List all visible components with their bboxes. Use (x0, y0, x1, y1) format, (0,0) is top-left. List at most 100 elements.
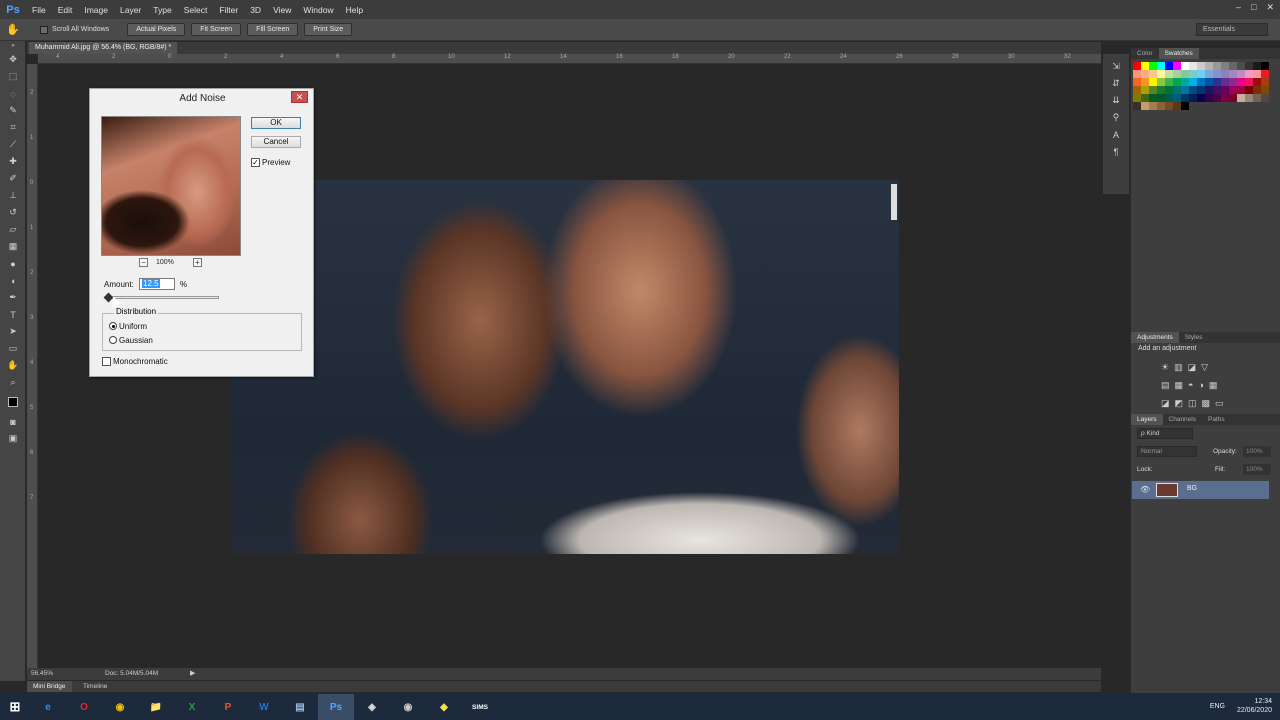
color-swatch[interactable] (1165, 62, 1173, 70)
color-swatch[interactable] (1229, 94, 1237, 102)
amount-input[interactable]: 12.5 (139, 278, 175, 290)
color-swatch[interactable] (1181, 94, 1189, 102)
minimize-icon[interactable]: – (1236, 2, 1241, 13)
color-swatch[interactable] (1165, 86, 1173, 94)
color-swatch[interactable] (1197, 70, 1205, 78)
tab-adjustments[interactable]: Adjustments (1131, 332, 1179, 343)
brush-tool-icon[interactable]: ✐ (0, 170, 26, 187)
menu-help[interactable]: Help (340, 5, 369, 15)
color-swatch-icon[interactable] (0, 391, 26, 413)
color-swatch[interactable] (1237, 62, 1245, 70)
color-swatch[interactable] (1133, 86, 1141, 94)
gaussian-radio[interactable] (109, 336, 117, 344)
fill-input[interactable]: 100% (1243, 464, 1271, 475)
print-size-button[interactable]: Print Size (304, 23, 353, 36)
file-explorer-icon[interactable]: 📁 (138, 694, 174, 720)
color-swatch[interactable] (1189, 78, 1197, 86)
color-swatch[interactable] (1173, 86, 1181, 94)
color-swatch[interactable] (1245, 62, 1253, 70)
color-swatch[interactable] (1213, 70, 1221, 78)
adjustment-icons[interactable]: ☀▥◪▽ ▤▦◓◑▦ ◪◩◫▩▭ (1161, 358, 1271, 412)
history-brush-tool-icon[interactable]: ↺ (0, 204, 26, 221)
color-swatch[interactable] (1197, 78, 1205, 86)
tab-color[interactable]: Color (1131, 48, 1159, 59)
app-icon-12[interactable]: ◆ (426, 694, 462, 720)
color-swatch[interactable] (1157, 102, 1165, 110)
windows-start-icon[interactable]: ⊞ (0, 694, 30, 720)
color-swatch[interactable] (1229, 62, 1237, 70)
chrome-icon[interactable]: ◉ (102, 694, 138, 720)
menu-layer[interactable]: Layer (114, 5, 147, 15)
color-swatch[interactable] (1213, 62, 1221, 70)
zoom-readout[interactable]: 56.45% (31, 668, 53, 680)
tab-mini-bridge[interactable]: Mini Bridge (27, 681, 72, 692)
color-swatch[interactable] (1229, 86, 1237, 94)
color-swatch[interactable] (1253, 94, 1261, 102)
color-swatch[interactable] (1221, 70, 1229, 78)
actual-pixels-button[interactable]: Actual Pixels (127, 23, 186, 36)
color-swatch[interactable] (1133, 102, 1141, 110)
color-swatch[interactable] (1213, 86, 1221, 94)
color-swatch[interactable] (1253, 62, 1261, 70)
quick-mask-icon[interactable]: ◙ (0, 413, 26, 430)
path-select-tool-icon[interactable]: ➤ (0, 323, 26, 340)
color-swatch[interactable] (1221, 62, 1229, 70)
color-swatch[interactable] (1197, 94, 1205, 102)
quick-select-tool-icon[interactable]: ✎ (0, 102, 26, 119)
menu-window[interactable]: Window (297, 5, 339, 15)
screen-mode-icon[interactable]: ▣ (0, 430, 26, 447)
gradient-tool-icon[interactable]: ▦ (0, 238, 26, 255)
color-swatch[interactable] (1165, 78, 1173, 86)
menu-select[interactable]: Select (178, 5, 214, 15)
color-swatch[interactable] (1245, 78, 1253, 86)
tab-paths[interactable]: Paths (1202, 414, 1231, 425)
color-swatch[interactable] (1141, 62, 1149, 70)
color-swatch[interactable] (1149, 86, 1157, 94)
color-swatch[interactable] (1237, 86, 1245, 94)
color-swatch[interactable] (1221, 86, 1229, 94)
color-swatch[interactable] (1261, 62, 1269, 70)
color-swatch[interactable] (1181, 62, 1189, 70)
color-swatch[interactable] (1181, 70, 1189, 78)
dodge-tool-icon[interactable]: ◖ (0, 272, 26, 289)
sims-icon[interactable]: SIMS (462, 694, 498, 720)
app-icon-11[interactable]: ◉ (390, 694, 426, 720)
color-swatch[interactable] (1253, 86, 1261, 94)
opera-icon[interactable]: O (66, 694, 102, 720)
history-panel-icon[interactable]: ⇲ (1103, 58, 1129, 75)
monochromatic-checkbox[interactable] (102, 357, 111, 366)
color-swatch[interactable] (1237, 70, 1245, 78)
color-swatch[interactable] (1173, 94, 1181, 102)
stamp-tool-icon[interactable]: ⊥ (0, 187, 26, 204)
color-swatch[interactable] (1173, 102, 1181, 110)
actions-panel-icon[interactable]: ⇊ (1103, 92, 1129, 109)
menu-type[interactable]: Type (147, 5, 177, 15)
color-swatch[interactable] (1133, 78, 1141, 86)
cancel-button[interactable]: Cancel (251, 136, 301, 148)
color-swatch[interactable] (1181, 78, 1189, 86)
color-swatch[interactable] (1261, 94, 1269, 102)
color-swatch[interactable] (1157, 86, 1165, 94)
zoom-out-icon[interactable]: − (139, 258, 148, 267)
system-clock[interactable]: 12:34 22/06/2020 (1237, 697, 1272, 715)
color-swatch[interactable] (1133, 62, 1141, 70)
color-swatch[interactable] (1253, 78, 1261, 86)
hand-tool-icon[interactable]: ✋ (0, 357, 26, 374)
visibility-eye-icon[interactable]: 👁 (1140, 485, 1150, 494)
color-swatch[interactable] (1261, 70, 1269, 78)
menu-view[interactable]: View (267, 5, 297, 15)
color-swatch[interactable] (1237, 94, 1245, 102)
menu-image[interactable]: Image (78, 5, 114, 15)
layer-row-bg[interactable]: 👁 BG (1132, 481, 1269, 499)
color-swatch[interactable] (1245, 94, 1253, 102)
close-window-icon[interactable]: ✕ (1266, 2, 1274, 13)
status-menu-arrow-icon[interactable]: ▶ (190, 668, 195, 680)
color-swatch[interactable] (1181, 102, 1189, 110)
color-swatch[interactable] (1189, 62, 1197, 70)
menu-file[interactable]: File (26, 5, 52, 15)
color-swatch[interactable] (1189, 70, 1197, 78)
color-swatch[interactable] (1229, 78, 1237, 86)
tab-layers[interactable]: Layers (1131, 414, 1163, 425)
workspace-select[interactable]: Essentials (1196, 23, 1268, 36)
ie-icon[interactable]: e (30, 694, 66, 720)
